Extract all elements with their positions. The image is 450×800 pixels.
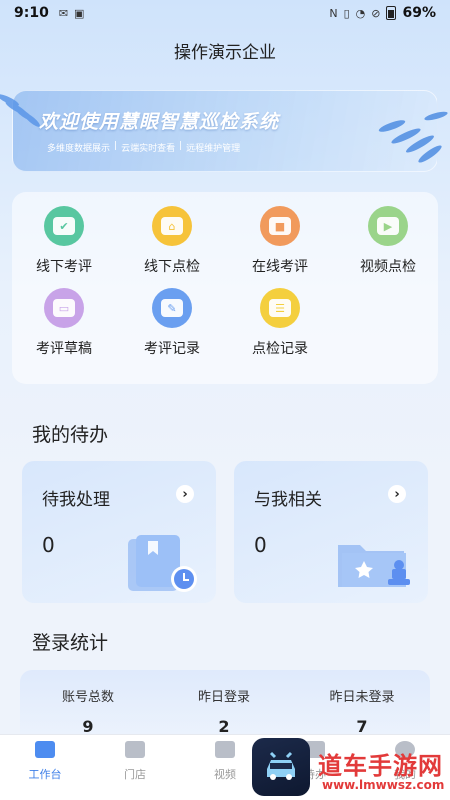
stat-total-accounts: 账号总数 9 (20, 686, 156, 736)
decorative-wings-icon (0, 94, 40, 127)
stat-label: 账号总数 (61, 690, 114, 705)
battery-icon (386, 6, 397, 20)
menu-offline-inspection[interactable]: ⌂ 线下点检 (122, 206, 222, 276)
banner-subtitle-item: 云端实时查看 (121, 144, 176, 154)
todo-card-pending[interactable]: 待我处理 › 0 (22, 461, 216, 603)
nfc-icon: N (329, 6, 338, 20)
menu-inspection-record[interactable]: ☰ 点检记录 (230, 288, 330, 358)
chevron-right-icon[interactable]: › (176, 485, 194, 503)
function-menu: ✔ 线下考评 ⌂ 线下点检 ■ 在线考评 ▶ 视频点检 ▭ 考评草稿 ✎ 考评记… (12, 192, 438, 384)
stat-label: 昨日登录 (197, 690, 250, 705)
menu-label: 考评记录 (144, 341, 200, 357)
todo-card-related[interactable]: 与我相关 › 0 (234, 461, 428, 603)
video-play-icon: ▶ (368, 206, 408, 246)
stat-label: 昨日未登录 (329, 690, 395, 705)
store-icon: ⌂ (152, 206, 192, 246)
menu-label: 在线考评 (252, 259, 308, 275)
menu-evaluation-record[interactable]: ✎ 考评记录 (122, 288, 222, 358)
video-icon (215, 741, 235, 758)
watermark-url: www.lmwwsz.com (322, 778, 445, 792)
banner-separator: | (114, 141, 118, 151)
watermark-logo (252, 738, 310, 796)
car-icon (267, 751, 295, 780)
stats-section-title: 登录统计 (32, 632, 109, 654)
vibrate-icon: ▯ (343, 6, 350, 20)
draft-box-icon: ▭ (44, 288, 84, 328)
menu-label: 线下考评 (36, 259, 92, 275)
todo-count: 0 (254, 533, 267, 557)
clipboard-check-icon: ✔ (44, 206, 84, 246)
todo-count: 0 (42, 533, 55, 557)
status-time: 9:10 (14, 5, 49, 21)
menu-online-evaluation[interactable]: ■ 在线考评 (230, 206, 330, 276)
tab-workbench[interactable]: 工作台 (0, 741, 90, 782)
battery-level: 69% (402, 5, 436, 21)
todo-section-title: 我的待办 (32, 424, 109, 446)
watermark-text: 道车手游网 (318, 752, 443, 780)
stat-yesterday-login: 昨日登录 2 (156, 686, 292, 736)
store-icon (125, 741, 145, 758)
tab-store[interactable]: 门店 (90, 741, 180, 782)
todo-card-title: 待我处理 (42, 490, 110, 510)
banner-title: 欢迎使用慧眼智慧巡检系统 (39, 111, 280, 133)
page-title: 操作演示企业 (174, 43, 276, 63)
edit-record-icon: ✎ (152, 288, 192, 328)
banner-subtitle: 多维度数据展示 | 云端实时查看 | 远程维护管理 (47, 141, 240, 154)
menu-label: 点检记录 (252, 341, 308, 357)
chevron-right-icon[interactable]: › (388, 485, 406, 503)
todo-card-title: 与我相关 (254, 490, 322, 510)
book-clock-icon (128, 535, 197, 592)
mute-icon: ⊘ (371, 6, 381, 20)
tab-label: 工作台 (28, 768, 62, 781)
image-icon: ▣ (74, 6, 85, 20)
menu-video-inspection[interactable]: ▶ 视频点检 (338, 206, 438, 276)
video-camera-icon: ■ (260, 206, 300, 246)
workbench-icon (35, 741, 55, 758)
banner-subtitle-item: 远程维护管理 (186, 144, 241, 154)
decorative-wings-icon (378, 111, 448, 163)
status-bar: 9:10 ✉ ▣ N ▯ ◔ ⊘ 69% (0, 0, 450, 26)
menu-evaluation-draft[interactable]: ▭ 考评草稿 (14, 288, 114, 358)
stat-yesterday-not-login: 昨日未登录 7 (294, 686, 430, 736)
menu-label: 视频点检 (360, 259, 416, 275)
tab-label: 门店 (124, 768, 146, 781)
checklist-record-icon: ☰ (260, 288, 300, 328)
mail-icon: ✉ (58, 6, 69, 20)
banner-separator: | (179, 141, 183, 151)
menu-offline-evaluation[interactable]: ✔ 线下考评 (14, 206, 114, 276)
menu-label: 线下点检 (144, 259, 200, 275)
wifi-icon: ◔ (355, 6, 366, 20)
menu-label: 考评草稿 (36, 341, 92, 357)
banner-subtitle-item: 多维度数据展示 (47, 144, 111, 154)
folder-star-icon (338, 545, 410, 587)
